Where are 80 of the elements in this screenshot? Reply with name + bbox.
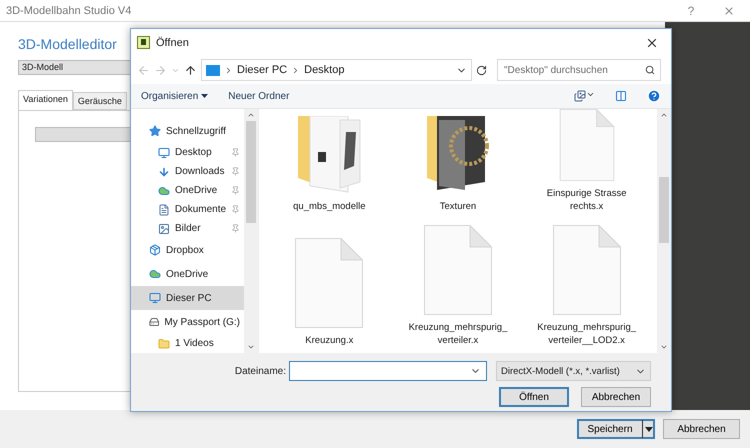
back-button[interactable] [137,64,150,76]
folder-photo-icon [296,116,362,194]
up-button[interactable] [184,64,197,76]
pin-icon [231,167,240,176]
address-bar[interactable]: Dieser PC Desktop [201,59,472,81]
star-icon [149,125,161,137]
window-title: 3D-Modellbahn Studio V4 [6,4,132,16]
document-icon [158,204,170,216]
scrollbar[interactable] [244,109,258,353]
view-button[interactable] [574,90,595,102]
nav-item[interactable]: My Passport (G:) [131,310,244,334]
blank-file-icon [295,238,364,328]
open-button[interactable]: Öffnen [499,387,569,407]
view-icon [574,90,586,102]
dialog-title: Öffnen [156,36,190,48]
file-item[interactable]: Einspurige Strasse rechts.x [522,109,651,219]
cancel-button[interactable]: Abbrechen [663,419,740,439]
nav-item[interactable]: Desktop [131,143,244,162]
help-button[interactable] [647,89,661,103]
nav-item[interactable]: OneDrive [131,181,244,200]
breadcrumb[interactable]: Dieser PC [237,64,288,76]
scroll-down-icon [660,343,668,351]
cloud-icon [149,268,161,280]
cancel-button[interactable]: Abbrechen [581,387,651,407]
file-type-dropdown[interactable]: DirectX-Modell (*.x, *.varlist) [496,361,651,381]
download-arrow-icon [158,166,170,178]
scroll-down-icon [247,343,255,351]
monitor-icon [149,292,161,304]
monitor-icon [206,64,220,76]
search-icon [645,65,655,75]
nav-item[interactable]: Dieser PC [131,286,244,310]
preview-pane-button[interactable] [615,90,627,102]
folder-icon [158,338,170,350]
dropdown-icon [586,90,595,99]
caret-icon [644,426,652,432]
toolbar-button[interactable]: Organisieren [141,90,208,102]
file-item[interactable]: Kreuzung_mehrspurig_verteiler__LOD2.x [522,219,651,353]
nav-item[interactable]: Dropbox [131,238,244,262]
scrollbar-thumb[interactable] [246,121,256,223]
filename-field[interactable] [289,361,487,381]
app-icon [137,36,150,49]
forward-button[interactable] [154,64,167,76]
chevron-icon [224,66,233,74]
caret-icon [201,94,208,98]
drive-icon [149,316,160,328]
monitor-icon [158,146,170,158]
close-icon [723,4,735,16]
nav-item[interactable]: Bilder [131,219,244,238]
filename-label: Dateiname: [234,366,286,376]
refresh-button[interactable] [476,64,487,76]
nav-item[interactable]: OneDrive [131,262,244,286]
help-button[interactable]: ? [676,0,706,20]
breadcrumb[interactable]: Desktop [304,64,344,76]
nav-item[interactable]: Downloads [131,162,244,181]
tab[interactable]: Variationen [18,90,73,110]
search-field[interactable]: "Desktop" durchsuchen [497,59,661,81]
nav-item[interactable]: Schnellzugriff [131,119,244,143]
file-item[interactable]: Kreuzung_mehrspurig_verteiler.x [394,219,522,353]
nav-item[interactable]: 1 Videos [131,334,244,353]
pin-icon [231,148,240,157]
toolbar-button[interactable]: Neuer Ordner [228,90,290,102]
scrollbar-thumb[interactable] [659,177,669,243]
cloud-icon [158,184,170,196]
box-icon [149,244,161,256]
picture-icon [158,222,170,234]
pin-icon [231,224,240,233]
scroll-up-icon [247,111,255,119]
editor-heading: 3D-Modelleditor [18,36,117,52]
nav-item[interactable]: Dokumente [131,200,244,219]
blank-file-icon [552,225,621,315]
pin-icon [231,205,240,214]
split-button[interactable]: Speichern [577,419,655,439]
file-item[interactable]: qu_mbs_modelle [265,109,394,219]
scrollbar[interactable] [657,109,671,353]
pin-icon [231,186,240,195]
blank-file-icon [424,225,492,315]
file-item[interactable]: Kreuzung.x [265,219,394,353]
tab[interactable]: Geräusche [72,92,127,110]
scroll-up-icon [660,111,668,119]
file-item[interactable]: Texturen [394,109,522,219]
